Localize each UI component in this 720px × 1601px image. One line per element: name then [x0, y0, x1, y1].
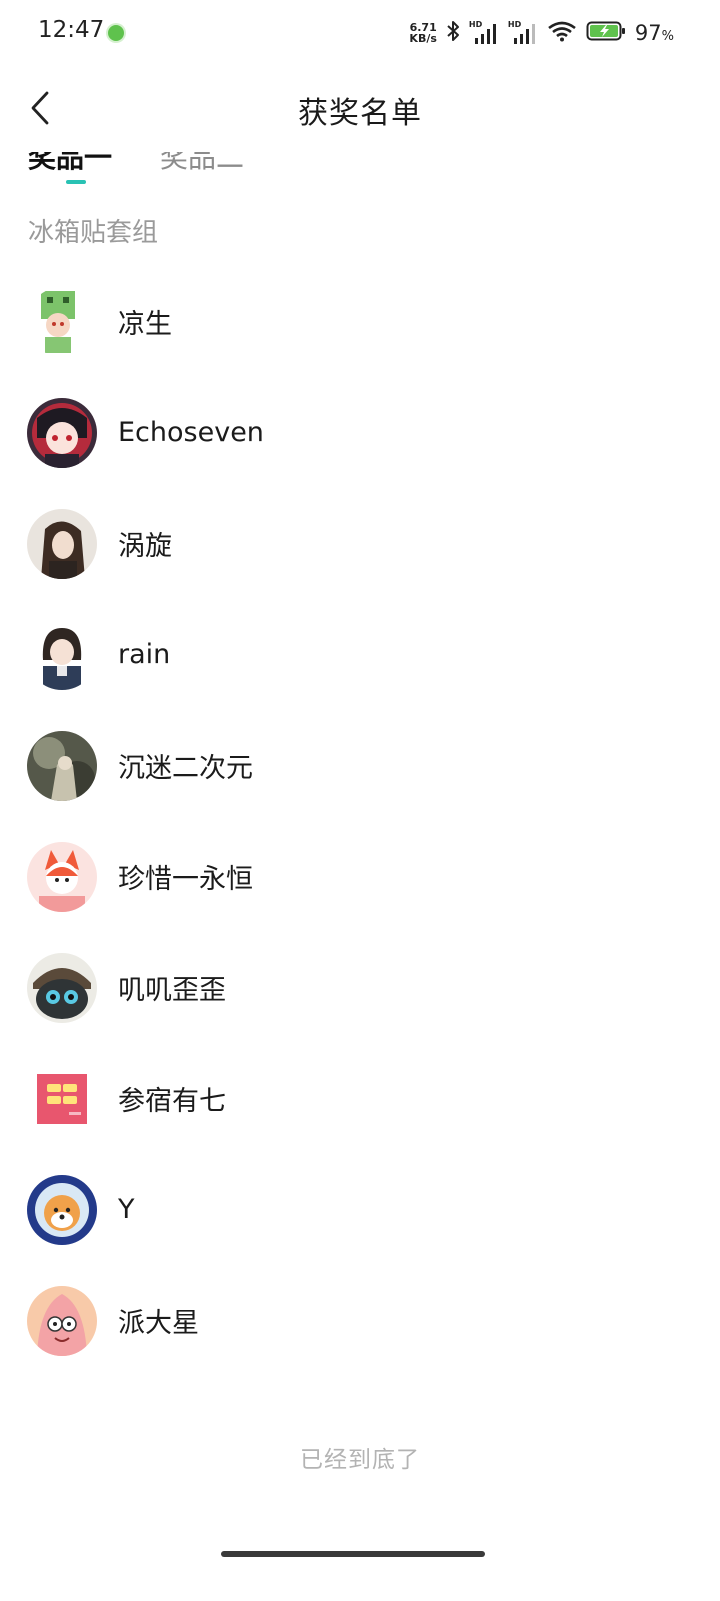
winner-row[interactable]: rain [0, 599, 720, 710]
winner-name: 派大星 [118, 1308, 199, 1339]
winner-row[interactable]: 凉生 [0, 266, 720, 377]
status-bar: 12:47 6.71 KB/s HD HD 97% [0, 0, 720, 66]
battery-percent-sign: % [661, 29, 674, 44]
winner-name: Y [118, 1194, 135, 1225]
winner-row[interactable]: Y [0, 1154, 720, 1265]
winner-row[interactable]: 涡旋 [0, 488, 720, 599]
battery-percent: 97% [635, 21, 674, 45]
winner-row[interactable]: 参宿有七 [0, 1043, 720, 1154]
status-icons: 6.71 KB/s HD HD 97% [409, 18, 674, 48]
bluetooth-icon [446, 20, 460, 46]
page-title: 获奖名单 [298, 96, 422, 131]
wifi-icon [547, 20, 577, 46]
winner-list: 凉生 Echoseven 涡旋 rain 沉迷二次元 珍惜一永恒 叽叽歪歪 参宿… [0, 266, 720, 1376]
winner-name: 沉迷二次元 [118, 753, 253, 784]
prize-section-title: 冰箱贴套组 [28, 218, 159, 248]
avatar [27, 730, 97, 801]
prize-tabs: 奖品一 奖品二 [0, 152, 720, 190]
avatar [27, 841, 97, 912]
avatar [27, 508, 97, 579]
winner-name: 参宿有七 [118, 1086, 226, 1117]
winner-row[interactable]: 珍惜一永恒 [0, 821, 720, 932]
battery-icon [586, 20, 626, 46]
battery-percent-value: 97 [634, 21, 662, 45]
network-speed-unit: KB/s [409, 32, 437, 45]
status-time: 12:47 [38, 17, 105, 43]
winner-name: Echoseven [118, 417, 264, 448]
page-header: 获奖名单 [0, 66, 720, 152]
avatar [27, 619, 97, 690]
winner-row[interactable]: 派大星 [0, 1265, 720, 1376]
tab-prize-1[interactable]: 奖品一 [28, 152, 112, 176]
winner-name: 涡旋 [118, 531, 172, 562]
avatar [27, 286, 97, 357]
end-of-list-text: 已经到底了 [300, 1447, 420, 1473]
app-screen: 12:47 6.71 KB/s HD HD 97% 获奖名单 奖品一 奖品二 冰… [0, 0, 720, 1601]
winner-row[interactable]: 叽叽歪歪 [0, 932, 720, 1043]
home-indicator[interactable] [221, 1551, 485, 1557]
winner-name: 叽叽歪歪 [118, 975, 226, 1006]
avatar [27, 1174, 97, 1245]
winner-name: 凉生 [118, 309, 172, 340]
winner-name: rain [118, 639, 171, 670]
avatar [27, 1285, 97, 1356]
winner-name: 珍惜一永恒 [118, 864, 253, 895]
winner-row[interactable]: 沉迷二次元 [0, 710, 720, 821]
tab-prize-2[interactable]: 奖品二 [160, 152, 244, 176]
app-activity-icon [108, 25, 124, 41]
active-tab-indicator [66, 180, 86, 184]
avatar [27, 952, 97, 1023]
signal-sim1-icon: HD [469, 20, 499, 44]
signal-sim2-icon: HD [508, 20, 538, 44]
winner-row[interactable]: Echoseven [0, 377, 720, 488]
avatar [27, 1063, 97, 1134]
avatar [27, 397, 97, 468]
network-speed: 6.71 KB/s [409, 22, 436, 44]
